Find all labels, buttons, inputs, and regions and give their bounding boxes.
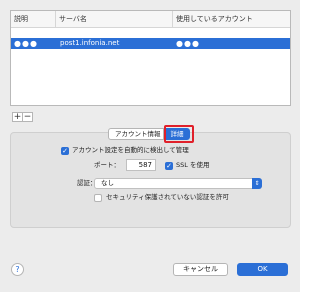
ok-button[interactable]: OK xyxy=(237,263,288,276)
column-header-server[interactable]: サーバ名 xyxy=(56,11,173,27)
tab-account-info[interactable]: アカウント情報 xyxy=(108,128,164,140)
table-header: 説明 サーバ名 使用しているアカウント xyxy=(11,11,290,28)
server-table: 説明 サーバ名 使用しているアカウント ●●● post1.infonia.ne… xyxy=(10,10,291,106)
help-button[interactable]: ? xyxy=(11,263,24,276)
auto-detect-label: アカウント設定を自動的に検出して管理 xyxy=(72,146,189,154)
ssl-checkbox[interactable]: ✓ xyxy=(165,162,173,170)
chevron-updown-icon[interactable]: ⇕ xyxy=(252,178,262,189)
table-row[interactable]: ●●● post1.infonia.net ●●● xyxy=(11,38,290,49)
auth-selected-value: なし xyxy=(101,179,114,187)
highlight-frame xyxy=(164,125,194,143)
checkmark-icon: ✓ xyxy=(62,147,68,155)
port-field[interactable]: 587 xyxy=(126,159,156,171)
cell-description: ●●● xyxy=(14,39,38,48)
mail-accounts-window: 説明 サーバ名 使用しているアカウント ●●● post1.infonia.ne… xyxy=(0,0,300,292)
insecure-auth-label: セキュリティ保護されていない認証を許可 xyxy=(106,193,229,201)
ssl-label: SSL を使用 xyxy=(176,161,210,169)
column-header-account[interactable]: 使用しているアカウント xyxy=(173,11,290,27)
cancel-button[interactable]: キャンセル xyxy=(173,263,228,276)
insecure-auth-checkbox[interactable] xyxy=(94,194,102,202)
port-label: ポート： xyxy=(94,161,120,169)
cell-server: post1.infonia.net xyxy=(60,39,120,47)
auth-select[interactable]: なし ⇕ xyxy=(94,178,262,189)
auto-detect-checkbox[interactable]: ✓ xyxy=(61,147,69,155)
checkmark-icon: ✓ xyxy=(166,162,172,170)
cell-account: ●●● xyxy=(176,39,200,48)
remove-server-button[interactable]: − xyxy=(22,112,33,122)
column-header-description[interactable]: 説明 xyxy=(11,11,56,27)
